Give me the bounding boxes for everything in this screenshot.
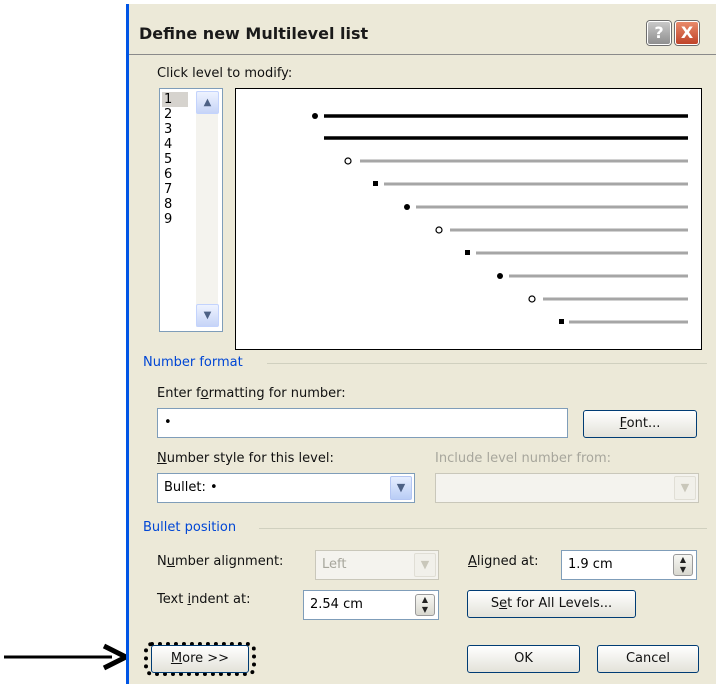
- dialog-title: Define new Multilevel list: [139, 24, 369, 43]
- help-button[interactable]: ?: [647, 21, 671, 45]
- level-item[interactable]: 3: [164, 123, 172, 137]
- more-button[interactable]: More >>: [151, 645, 249, 673]
- level-scrollbar[interactable]: ▲ ▼: [196, 91, 219, 327]
- title-bar: Define new Multilevel list ? X: [129, 10, 716, 55]
- text-indent-input[interactable]: 2.54 cm ▲ ▼: [303, 590, 439, 620]
- spinner-icon[interactable]: ▲ ▼: [415, 594, 435, 616]
- include-level-select: ▼: [435, 473, 699, 503]
- level-item[interactable]: 8: [164, 198, 172, 212]
- scroll-up-icon[interactable]: ▲: [196, 91, 219, 114]
- define-multilevel-list-dialog: Define new Multilevel list ? X Click lev…: [126, 4, 716, 684]
- level-item[interactable]: 4: [164, 138, 172, 152]
- scroll-down-icon[interactable]: ▼: [196, 304, 219, 327]
- text-indent-value: 2.54 cm: [310, 597, 363, 612]
- set-for-all-levels-button[interactable]: Set for All Levels...: [467, 590, 636, 618]
- aligned-at-label: Aligned at:: [468, 554, 539, 569]
- number-alignment-label: Number alignment:: [157, 554, 284, 569]
- number-format-input[interactable]: •: [157, 408, 568, 438]
- close-button[interactable]: X: [675, 21, 699, 45]
- level-item[interactable]: 9: [164, 213, 172, 227]
- dropdown-arrow-icon: ▼: [674, 476, 696, 500]
- section-divider: [267, 363, 707, 364]
- include-level-label: Include level number from:: [435, 451, 612, 466]
- ok-button[interactable]: OK: [467, 645, 580, 673]
- level-listbox[interactable]: 1 2 3 4 5 6 7 8 9 ▲ ▼: [159, 88, 223, 332]
- preview-graphic: [312, 113, 688, 324]
- dropdown-arrow-icon: ▼: [414, 553, 436, 577]
- level-item[interactable]: 6: [164, 168, 172, 182]
- number-alignment-value: Left: [322, 557, 347, 572]
- aligned-at-value: 1.9 cm: [568, 557, 613, 572]
- question-icon: ?: [654, 23, 664, 42]
- level-item[interactable]: 7: [164, 183, 172, 197]
- level-item[interactable]: 2: [164, 108, 172, 122]
- number-style-value: Bullet: •: [164, 480, 218, 495]
- spinner-icon[interactable]: ▲ ▼: [673, 554, 693, 576]
- bullet-position-section-label: Bullet position: [143, 520, 237, 535]
- cancel-button[interactable]: Cancel: [597, 645, 699, 673]
- level-item[interactable]: 1: [164, 93, 172, 107]
- dropdown-arrow-icon[interactable]: ▼: [390, 476, 412, 500]
- click-level-label: Click level to modify:: [157, 66, 293, 81]
- close-icon: X: [680, 23, 694, 42]
- number-alignment-select: Left ▼: [315, 550, 439, 580]
- text-indent-label: Text indent at:: [157, 592, 251, 607]
- list-preview: [235, 88, 702, 350]
- number-style-select[interactable]: Bullet: • ▼: [157, 473, 415, 503]
- enter-formatting-label: Enter formatting for number:: [157, 386, 346, 401]
- callout-arrow-icon: [4, 643, 132, 671]
- number-format-section-label: Number format: [143, 355, 243, 370]
- level-item[interactable]: 5: [164, 153, 172, 167]
- font-button[interactable]: Font...: [583, 410, 697, 438]
- aligned-at-input[interactable]: 1.9 cm ▲ ▼: [561, 550, 697, 580]
- number-style-label: Number style for this level:: [157, 451, 334, 466]
- section-divider: [259, 528, 707, 529]
